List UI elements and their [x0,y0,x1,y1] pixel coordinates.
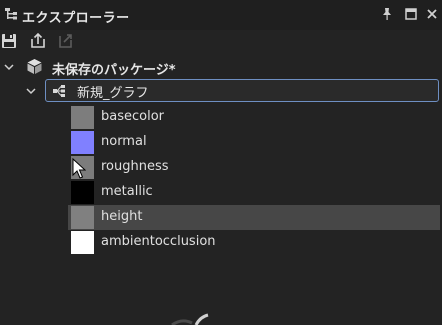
graph-icon [53,85,65,97]
partial-shape-icon [171,313,209,325]
color-swatch [71,106,94,129]
item-label: basecolor [101,109,165,124]
export-icon[interactable] [29,32,47,50]
list-item-metallic[interactable]: metallic [68,180,440,205]
chevron-down-icon[interactable] [3,61,15,73]
item-label: height [101,209,143,224]
panel-title: エクスプローラー [22,11,130,26]
list-item-ambientocclusion[interactable]: ambientocclusion [68,230,440,255]
color-swatch [71,206,94,229]
tree-item-graph[interactable]: 新規_グラフ [45,79,439,102]
list-item-height[interactable]: height [68,205,440,230]
explorer-icon [5,8,17,20]
list-item-roughness[interactable]: roughness [68,155,440,180]
refresh-icon[interactable] [56,32,74,50]
close-icon[interactable] [425,7,439,21]
list-item-basecolor[interactable]: basecolor [68,105,440,130]
item-label: metallic [101,184,153,199]
graph-chevron-area [0,79,45,101]
item-label: roughness [101,159,169,174]
item-label: ambientocclusion [101,234,216,249]
maximize-icon[interactable] [404,7,418,21]
mouse-cursor-icon [72,158,86,179]
explorer-toolbar [0,30,442,52]
color-swatch [71,231,94,254]
color-swatch [71,131,94,154]
item-label: normal [101,134,147,149]
pin-icon[interactable] [380,7,394,21]
graph-label: 新規_グラフ [77,86,149,101]
package-icon [27,59,42,74]
list-item-normal[interactable]: normal [68,130,440,155]
package-label: 未保存のパッケージ* [52,63,176,78]
panel-titlebar: エクスプローラー [0,0,442,30]
chevron-down-icon[interactable] [25,85,37,97]
tree-item-package[interactable]: 未保存のパッケージ* [0,56,442,78]
color-swatch [71,181,94,204]
save-icon[interactable] [0,32,18,50]
